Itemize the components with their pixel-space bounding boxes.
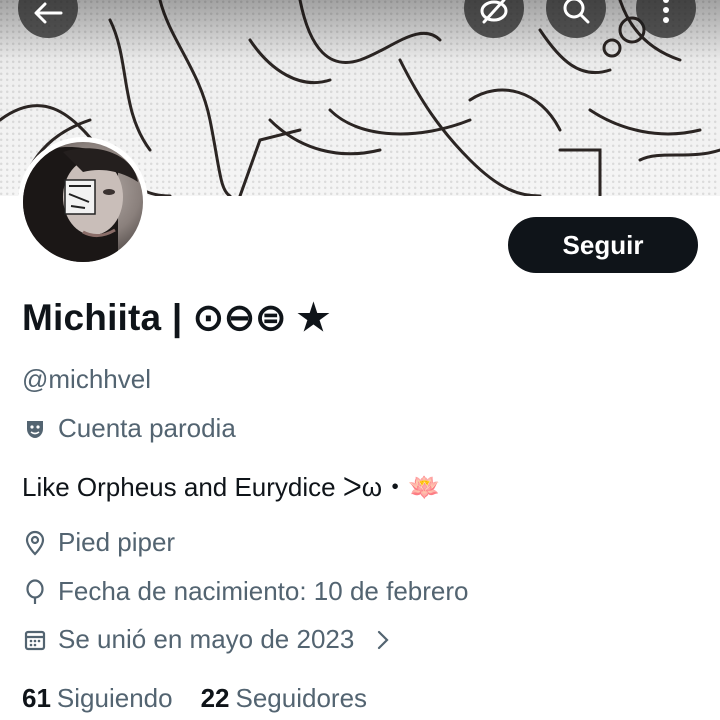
following-link[interactable]: 61 Siguiendo xyxy=(22,683,173,714)
parody-text: Cuenta parodia xyxy=(58,413,236,443)
following-count: 61 xyxy=(22,683,51,713)
followers-label: Seguidores xyxy=(235,683,368,713)
theater-mask-icon xyxy=(22,416,48,442)
location: Pied piper xyxy=(22,527,175,558)
avatar-image xyxy=(23,142,143,262)
location-pin-icon xyxy=(22,530,48,556)
banner-shade xyxy=(0,0,720,60)
follow-button[interactable]: Seguir xyxy=(508,217,698,273)
join-date-text: Se unió en mayo de 2023 xyxy=(58,624,355,654)
followers-link[interactable]: 22 Seguidores xyxy=(201,683,367,714)
calendar-icon xyxy=(22,627,48,653)
followers-count: 22 xyxy=(200,683,230,713)
bio: Like Orpheus and Eurydice ᐳω・🪷 xyxy=(22,472,441,502)
join-date[interactable]: Se unió en mayo de 2023 xyxy=(22,624,396,655)
birthday-text: Fecha de nacimiento: 10 de febrero xyxy=(58,576,469,606)
avatar[interactable] xyxy=(18,137,148,267)
parody-account-label[interactable]: Cuenta parodia xyxy=(22,413,236,444)
birthday: Fecha de nacimiento: 10 de febrero xyxy=(22,576,468,607)
location-text: Pied piper xyxy=(58,527,176,557)
display-name: Michiita | ⊙⊖⊜ ★ xyxy=(22,297,331,338)
search-icon xyxy=(561,0,591,24)
handle: @michhvel xyxy=(22,364,151,394)
arrow-left-icon xyxy=(33,2,63,24)
eye-off-icon xyxy=(479,0,509,24)
balloon-icon xyxy=(22,578,48,605)
following-label: Siguiendo xyxy=(56,683,173,713)
more-vertical-icon xyxy=(661,0,671,24)
follow-stats: 61 Siguiendo 22 Seguidores xyxy=(22,683,367,714)
chevron-right-icon xyxy=(370,627,396,653)
